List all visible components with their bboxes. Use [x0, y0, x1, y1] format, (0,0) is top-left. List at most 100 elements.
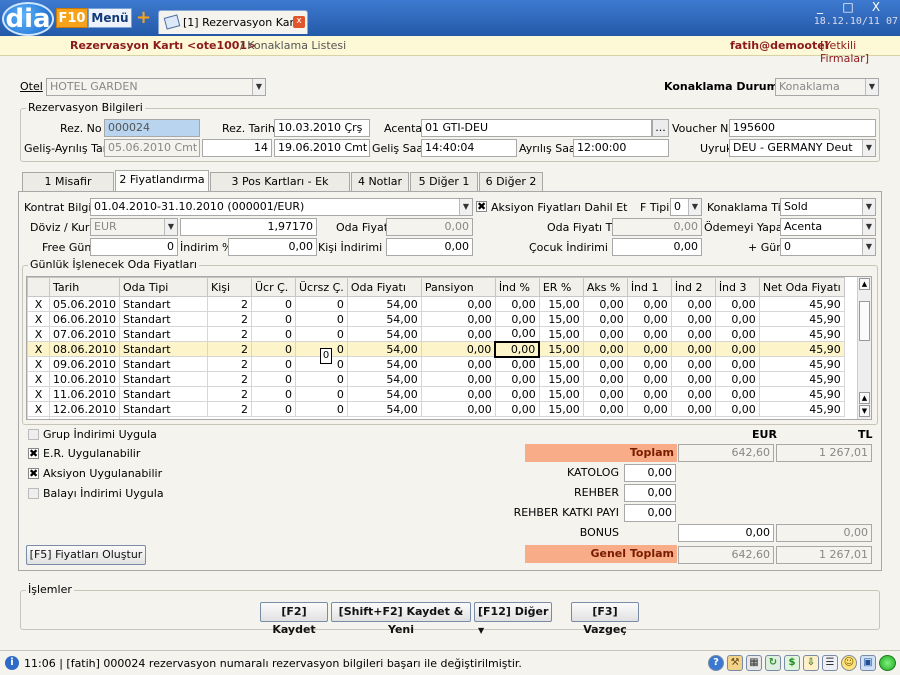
row-delete-cell[interactable]: X [27, 371, 50, 387]
download-icon[interactable]: ⇩ [803, 655, 819, 671]
table-row[interactable]: X 11.06.2010 Standart 2 0 0 54,00 0,00 0,00 15,00… [27, 386, 845, 402]
table-cell[interactable]: Standart [119, 326, 208, 342]
table-row[interactable]: X 09.06.2010 Standart 2 0 0 54,00 0,00 0,00 15,00… [27, 356, 845, 372]
table-cell[interactable]: 0,00 [670, 341, 716, 357]
table-cell[interactable]: 0 [295, 326, 348, 342]
table-cell[interactable]: 0,00 [494, 326, 540, 342]
toplam-tl-field[interactable]: 1 267,01 [776, 444, 872, 462]
plus-gun-select[interactable]: 0 ▼ [780, 238, 876, 256]
row-delete-cell[interactable]: X [27, 386, 50, 402]
column-header[interactable]: İnd 1 [626, 277, 672, 297]
refresh-icon[interactable]: ↻ [765, 655, 781, 671]
table-cell[interactable]: 15,00 [538, 356, 584, 372]
table-cell[interactable]: 15,00 [538, 326, 584, 342]
table-cell[interactable]: 0,00 [582, 386, 628, 402]
table-cell[interactable]: 0,00 [714, 386, 760, 402]
table-cell[interactable]: 0,00 [626, 311, 672, 327]
table-cell[interactable]: 0,00 [626, 356, 672, 372]
table-cell[interactable]: 13.06.2010 [49, 416, 120, 419]
maximize-button[interactable]: □ [834, 0, 862, 14]
table-cell[interactable]: 54,00 [346, 356, 422, 372]
table-cell[interactable]: 0,00 [714, 371, 760, 387]
table-cell[interactable]: 15,00 [538, 401, 584, 417]
f10-button[interactable]: F10 [56, 8, 88, 28]
table-cell[interactable]: 15,00 [538, 341, 584, 357]
table-cell[interactable]: 06.06.2010 [49, 311, 120, 327]
table-cell[interactable]: 15,00 [538, 296, 584, 312]
table-cell[interactable]: 54,00 [346, 326, 422, 342]
column-header[interactable]: Net Oda Fiyatı [758, 277, 845, 297]
table-cell[interactable]: 0,00 [494, 386, 540, 402]
table-cell[interactable]: 15,00 [538, 386, 584, 402]
table-cell[interactable]: Standart [119, 386, 208, 402]
table-cell[interactable]: 45,90 [758, 386, 845, 402]
column-header[interactable]: Ücr Ç. [251, 277, 296, 297]
breadcrumb-parent-link[interactable]: / Konaklama Listesi [240, 39, 346, 52]
table-row[interactable]: X 12.06.2010 Standart 2 0 0 54,00 0,00 0,00 15,00… [27, 401, 845, 417]
table-cell[interactable]: 0,00 [582, 311, 628, 327]
table-cell[interactable]: 0,00 [626, 401, 672, 417]
row-delete-cell[interactable]: X [27, 311, 50, 327]
table-cell[interactable]: 0 [295, 386, 348, 402]
table-cell[interactable]: 0,00 [582, 356, 628, 372]
row-delete-cell[interactable]: X [27, 296, 50, 312]
column-header[interactable]: Kişi [207, 277, 252, 297]
table-cell[interactable]: 54,00 [346, 311, 422, 327]
column-header[interactable] [27, 277, 50, 297]
uyruk-select[interactable]: DEU - GERMANY Deut ▼ [729, 139, 876, 157]
table-cell[interactable]: 0 [251, 311, 296, 327]
document-tab[interactable]: [1] Rezervasyon Kartı x [158, 10, 308, 34]
table-cell[interactable]: 05.06.2010 [49, 296, 120, 312]
table-cell[interactable]: 09.06.2010 [49, 356, 120, 372]
balayi-indirimi-checkbox[interactable] [28, 488, 39, 499]
price-grid[interactable]: Tarih Oda Tipi Kişi Ücr Ç. Ücrsz Ç. Oda Fiyat… [26, 276, 872, 420]
table-cell[interactable]: 0,00 [714, 401, 760, 417]
table-cell[interactable]: 0,00 [420, 386, 496, 402]
table-cell[interactable]: 0,00 [420, 326, 496, 342]
currency-icon[interactable]: $ [784, 655, 800, 671]
table-cell[interactable]: 0,00 [626, 296, 672, 312]
table-cell[interactable]: 0 [251, 296, 296, 312]
rez-no-field[interactable]: 000024 [104, 119, 200, 137]
table-cell[interactable]: 2 [207, 341, 252, 357]
aksiyon-uygulanabilir-checkbox[interactable]: ✖ [28, 468, 39, 479]
close-window-button[interactable]: X [862, 0, 890, 14]
diger-button[interactable]: [F12] Diğer ▼ [474, 602, 552, 635]
table-cell[interactable]: 45,90 [758, 296, 845, 312]
gelis-tarihi-field[interactable]: 05.06.2010 Cmt [104, 139, 200, 157]
table-cell[interactable]: 0,00 [420, 311, 496, 327]
gece-sayisi-field[interactable]: 14 [202, 139, 272, 157]
table-cell[interactable]: 0,00 [494, 356, 540, 372]
oda-fiyati-field[interactable]: 0,00 [386, 218, 473, 236]
kisi-indirimi-field[interactable]: 0,00 [386, 238, 473, 256]
grid-scrollbar[interactable]: ▲ ▲ ▼ [857, 277, 871, 419]
table-cell[interactable]: 0 [251, 401, 296, 417]
table-cell[interactable]: 0,00 [494, 311, 540, 327]
kaydet-button[interactable]: [F2] Kaydet [260, 602, 328, 636]
table-cell[interactable]: 2 [207, 311, 252, 327]
kontrat-select[interactable]: 01.04.2010-31.10.2010 (000001/EUR) ▼ [90, 198, 473, 216]
table-cell[interactable]: 0,00 [626, 371, 672, 387]
table-cell[interactable]: 2 [207, 326, 252, 342]
table-cell[interactable]: 0 [251, 341, 296, 357]
table-cell[interactable]: 08.06.2010 [49, 341, 120, 357]
table-cell[interactable]: 0 [295, 401, 348, 417]
table-cell[interactable]: 15,00 [538, 371, 584, 387]
table-cell[interactable]: 0,00 [582, 326, 628, 342]
table-cell[interactable]: 0 [251, 326, 296, 342]
table-cell[interactable]: 0,00 [420, 296, 496, 312]
tab-diger-1[interactable]: 5 Diğer 1 [410, 172, 478, 191]
table-cell[interactable]: 0,00 [714, 326, 760, 342]
table-cell[interactable]: 2 [207, 296, 252, 312]
table-cell[interactable]: 0,00 [626, 386, 672, 402]
doviz-select[interactable]: EUR ▼ [90, 218, 178, 236]
table-cell[interactable]: 45,90 [758, 311, 845, 327]
table-cell[interactable]: 54,00 [346, 296, 422, 312]
rehber-field[interactable]: 0,00 [624, 484, 676, 502]
free-gun-field[interactable]: 0 [90, 238, 178, 256]
table-cell[interactable]: Standart [119, 371, 208, 387]
tools-icon[interactable]: ⚒ [727, 655, 743, 671]
lock-icon[interactable]: ▣ [860, 655, 876, 671]
column-header[interactable]: Tarih [49, 277, 120, 297]
tab-misafir-bilgileri[interactable]: 1 Misafir Bilgileri [22, 172, 114, 205]
